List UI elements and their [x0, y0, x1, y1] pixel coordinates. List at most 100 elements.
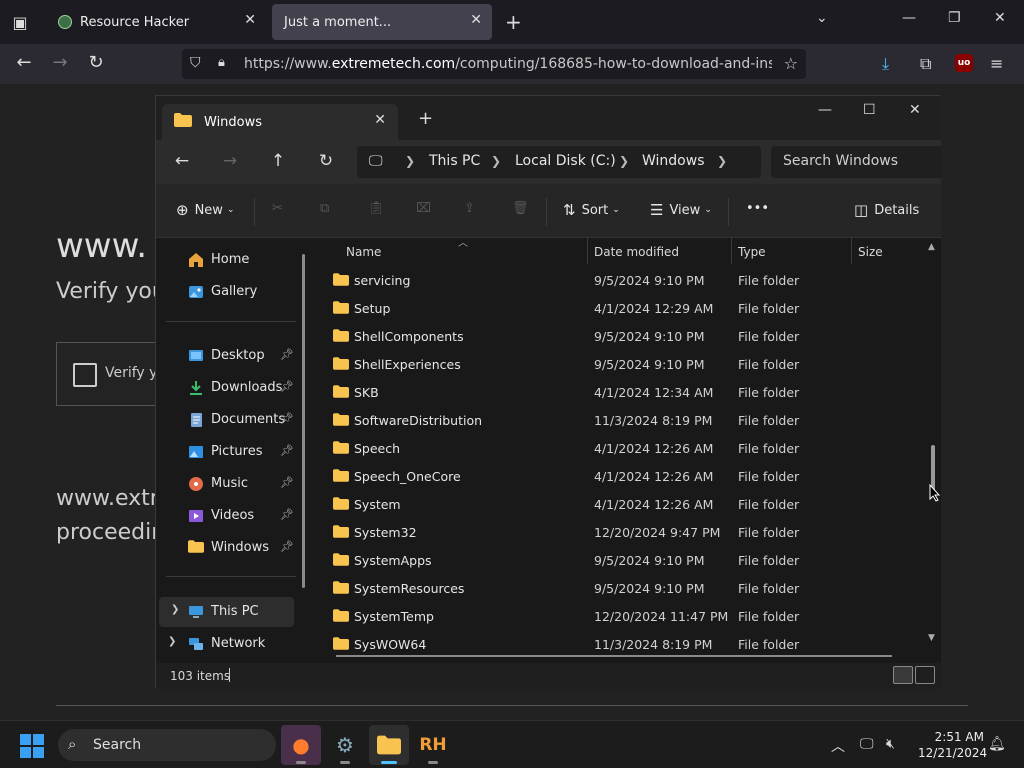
paste-icon[interactable]: 📋︎ — [368, 201, 385, 216]
network-status-icon[interactable]: 🖵︎ — [860, 736, 874, 752]
captcha-checkbox[interactable] — [73, 363, 97, 387]
nav-item-videos[interactable]: Videos 📌︎ — [156, 501, 306, 531]
windows-start-icon[interactable] — [20, 734, 44, 758]
column-divider[interactable] — [731, 238, 732, 264]
close-window-icon[interactable]: ✕ — [909, 102, 921, 118]
table-row[interactable]: SysWOW64 11/3/2024 8:19 PM File folder — [316, 630, 926, 658]
table-row[interactable]: SoftwareDistribution 11/3/2024 8:19 PM Fil… — [316, 406, 926, 434]
up-icon[interactable]: ↑ — [268, 151, 288, 171]
nav-item-documents[interactable]: Documents 📌︎ — [156, 405, 306, 435]
cut-icon[interactable]: ✂ — [272, 201, 283, 216]
pin-icon[interactable]: 📌︎ — [280, 380, 294, 393]
forward-icon[interactable]: → — [220, 151, 240, 171]
chevron-right-icon[interactable]: ❯ — [717, 154, 727, 168]
horizontal-scrollbar[interactable] — [336, 655, 892, 657]
minimize-icon[interactable]: — — [902, 10, 916, 26]
chevron-right-icon[interactable]: ❯ — [619, 154, 629, 168]
pin-icon[interactable]: 📌︎ — [280, 508, 294, 521]
breadcrumb-windows[interactable]: Windows — [642, 153, 705, 169]
bookmark-star-icon[interactable]: ☆ — [784, 54, 798, 73]
nav-item-network[interactable]: ❯ Network — [156, 629, 306, 659]
close-window-icon[interactable]: ✕ — [994, 10, 1006, 26]
lock-icon[interactable]: 🔒︎ — [218, 55, 225, 70]
download-icon[interactable]: ⤓ — [882, 54, 889, 74]
reload-icon[interactable]: ↻ — [84, 52, 108, 73]
scroll-down-icon[interactable]: ▼ — [928, 633, 935, 643]
pin-icon[interactable]: 📌︎ — [280, 412, 294, 425]
table-row[interactable]: Speech_OneCore 4/1/2024 12:26 AM File fold… — [316, 462, 926, 490]
nav-item-gallery[interactable]: Gallery — [156, 277, 306, 307]
details-view-icon[interactable] — [893, 666, 913, 684]
scroll-up-icon[interactable]: ▲ — [928, 242, 935, 252]
column-divider[interactable] — [851, 238, 852, 264]
notification-bell-icon[interactable]: 🔔︎ — [988, 736, 1006, 752]
nav-item-windows[interactable]: Windows 📌︎ — [156, 533, 306, 563]
table-row[interactable]: Speech 4/1/2024 12:26 AM File folder — [316, 434, 926, 462]
table-row[interactable]: SystemApps 9/5/2024 9:10 PM File folder — [316, 546, 926, 574]
view-button[interactable]: ☰ View ⌄ — [650, 201, 712, 219]
sort-button[interactable]: ⇅ Sort ⌄ — [563, 201, 620, 219]
maximize-icon[interactable]: ☐ — [863, 102, 876, 118]
nav-item-home[interactable]: Home — [156, 245, 306, 275]
chevron-right-icon[interactable]: ❯ — [168, 636, 176, 647]
breadcrumb-this-pc[interactable]: This PC — [429, 153, 480, 169]
more-options-icon[interactable]: ••• — [746, 201, 769, 216]
nav-item-music[interactable]: Music 📌︎ — [156, 469, 306, 499]
minimize-icon[interactable]: — — [818, 102, 832, 118]
taskbar-search[interactable]: ⌕ Search — [58, 729, 276, 761]
extensions-icon[interactable]: ⧉ — [920, 54, 931, 74]
firefox-icon[interactable]: ● — [281, 725, 321, 765]
breadcrumb-local-disk[interactable]: Local Disk (C:) — [515, 153, 616, 169]
nav-item-downloads[interactable]: Downloads 📌︎ — [156, 373, 306, 403]
rename-icon[interactable]: ⌧ — [416, 201, 431, 216]
chevron-up-icon[interactable]: ︿ — [831, 736, 845, 756]
chevron-right-icon[interactable]: ❯ — [171, 604, 179, 615]
browser-tab-resource-hacker[interactable]: Resource Hacker ✕ — [46, 4, 266, 40]
explorer-tab-windows[interactable]: Windows ✕ — [162, 104, 398, 140]
nav-pane-scrollbar[interactable] — [302, 254, 305, 588]
nav-item-desktop[interactable]: Desktop 📌︎ — [156, 341, 306, 371]
table-row[interactable]: System32 12/20/2024 9:47 PM File folder — [316, 518, 926, 546]
chevron-down-icon[interactable]: ⌄ — [816, 10, 828, 26]
copy-icon[interactable]: ⧉ — [320, 201, 329, 216]
tracking-shield-icon[interactable]: ⛉ — [190, 55, 201, 71]
table-row[interactable]: SystemTemp 12/20/2024 11:47 PM File folder — [316, 602, 926, 630]
tab-list-icon[interactable]: ▣ — [8, 10, 32, 34]
close-tab-icon[interactable]: ✕ — [374, 112, 386, 128]
close-tab-icon[interactable]: ✕ — [470, 12, 482, 28]
volume-muted-icon[interactable]: 🔇︎ — [886, 736, 895, 752]
nav-item-this-pc[interactable]: ❯ This PC — [159, 597, 294, 627]
restore-icon[interactable]: ❐ — [948, 10, 961, 26]
table-row[interactable]: ShellComponents 9/5/2024 9:10 PM File fold… — [316, 322, 926, 350]
menu-icon[interactable]: ≡ — [990, 54, 1003, 73]
close-tab-icon[interactable]: ✕ — [244, 12, 256, 28]
table-row[interactable]: SKB 4/1/2024 12:34 AM File folder — [316, 378, 926, 406]
table-row[interactable]: System 4/1/2024 12:26 AM File folder — [316, 490, 926, 518]
back-icon[interactable]: ← — [172, 151, 192, 171]
url-bar[interactable]: ⛉ 🔒︎ https://www.extremetech.com/computi… — [182, 49, 806, 79]
delete-icon[interactable]: 🗑︎ — [512, 201, 529, 216]
chevron-right-icon[interactable]: ❯ — [491, 154, 501, 168]
resource-hacker-icon[interactable]: RH — [413, 725, 453, 765]
pin-icon[interactable]: 📌︎ — [280, 476, 294, 489]
pin-icon[interactable]: 📌︎ — [280, 444, 294, 457]
forward-icon[interactable]: → — [48, 52, 72, 73]
new-button[interactable]: ⊕ New ⌄ — [176, 201, 234, 219]
column-divider[interactable] — [587, 238, 588, 264]
new-tab-icon[interactable]: + — [505, 10, 522, 34]
nav-item-pictures[interactable]: Pictures 📌︎ — [156, 437, 306, 467]
file-explorer-icon[interactable] — [369, 725, 409, 765]
ublock-icon[interactable]: uo — [955, 54, 973, 72]
back-icon[interactable]: ← — [12, 52, 36, 73]
settings-gear-icon[interactable]: ⚙ — [325, 725, 365, 765]
details-button[interactable]: ◫ Details — [854, 201, 919, 219]
new-tab-icon[interactable]: + — [418, 108, 433, 129]
table-row[interactable]: SystemResources 9/5/2024 9:10 PM File fold… — [316, 574, 926, 602]
table-row[interactable]: ShellExperiences 9/5/2024 9:10 PM File fol… — [316, 350, 926, 378]
search-input[interactable]: Search Windows — [771, 146, 941, 178]
table-row[interactable]: servicing 9/5/2024 9:10 PM File folder — [316, 266, 926, 294]
pin-icon[interactable]: 📌︎ — [280, 348, 294, 361]
chevron-right-icon[interactable]: ❯ — [405, 154, 415, 168]
large-icons-view-icon[interactable] — [915, 666, 935, 684]
table-row[interactable]: Setup 4/1/2024 12:29 AM File folder — [316, 294, 926, 322]
